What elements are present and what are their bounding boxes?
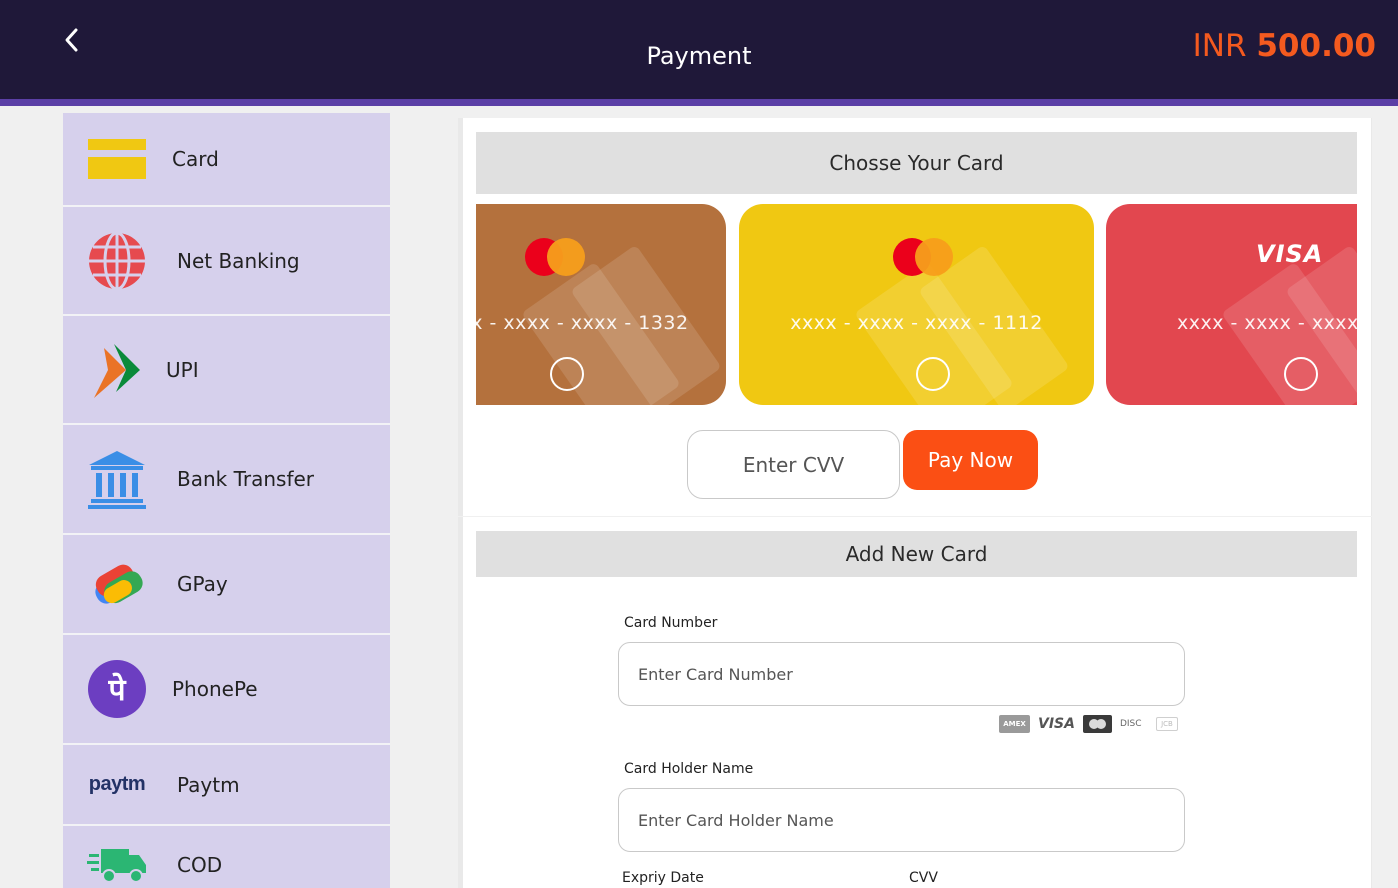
bank-icon [87, 449, 147, 509]
cvv-label: CVV [909, 870, 938, 886]
sidebar-item-net-banking[interactable]: Net Banking [63, 207, 390, 316]
sidebar-item-paytm[interactable]: paytm Paytm [63, 745, 390, 826]
sidebar-item-label: COD [177, 853, 223, 877]
top-header: Payment INR 500.00 [0, 0, 1398, 106]
card-number: xxxx - xxxx - xxxx - [1177, 312, 1357, 334]
visa-icon: VISA [1038, 716, 1075, 732]
sidebar-item-label: Card [172, 147, 219, 171]
card-select-radio[interactable] [1284, 357, 1318, 391]
order-total: INR 500.00 [1193, 28, 1376, 64]
sidebar-item-label: Bank Transfer [177, 467, 315, 491]
sidebar-item-card[interactable]: Card [63, 113, 390, 207]
add-new-card-heading: Add New Card [476, 531, 1357, 577]
sidebar-item-phonepe[interactable]: पे PhonePe [63, 635, 390, 745]
sidebar-item-bank-transfer[interactable]: Bank Transfer [63, 425, 390, 535]
sidebar-item-label: Net Banking [177, 248, 300, 273]
upi-icon [87, 340, 147, 400]
saved-cards-carousel[interactable]: xxxx - xxxx - xxxx - 1332 xxxx - xxxx - … [476, 204, 1357, 406]
expiry-date-label: Expriy Date [622, 870, 704, 886]
pay-now-button[interactable]: Pay Now [903, 430, 1038, 490]
card-holder-label: Card Holder Name [624, 761, 754, 777]
cvv-input[interactable] [687, 430, 900, 499]
currency-code: INR [1192, 28, 1247, 64]
sidebar-item-upi[interactable]: UPI [63, 316, 390, 425]
mastercard-logo-icon [893, 238, 953, 276]
phonepe-icon: पे [87, 659, 147, 719]
sidebar-item-label: UPI [166, 357, 199, 382]
card-select-radio[interactable] [916, 357, 950, 391]
sidebar-item-cod[interactable]: COD [63, 826, 390, 888]
paytm-logo: paytm [88, 773, 146, 795]
card-holder-input[interactable] [618, 788, 1185, 852]
card-number-label: Card Number [624, 615, 718, 631]
saved-card[interactable]: VISA xxxx - xxxx - xxxx - [1106, 204, 1357, 405]
saved-card[interactable]: xxxx - xxxx - xxxx - 1112 [739, 204, 1094, 405]
card-select-radio[interactable] [550, 357, 584, 391]
sidebar-item-label: GPay [177, 572, 228, 596]
paytm-icon: paytm [87, 755, 147, 815]
visa-logo-icon: VISA [1256, 240, 1324, 268]
mastercard-logo-icon [525, 238, 585, 276]
delivery-truck-icon [87, 835, 147, 888]
sidebar-item-label: PhonePe [172, 677, 258, 701]
discover-icon: DISC [1119, 719, 1142, 729]
gpay-icon [87, 554, 147, 614]
card-number: xxxx - xxxx - xxxx - 1112 [790, 312, 1043, 334]
sidebar-item-gpay[interactable]: GPay [63, 535, 390, 635]
jcb-icon: JCB [1155, 717, 1178, 731]
sidebar-item-label: Paytm [177, 772, 240, 797]
saved-card[interactable]: xxxx - xxxx - xxxx - 1332 [476, 204, 726, 405]
accepted-card-brands: AMEX VISA DISC JCB [999, 713, 1178, 735]
choose-card-heading: Chosse Your Card [476, 132, 1357, 194]
amount-value: 500.00 [1256, 28, 1376, 64]
card-number-input[interactable] [618, 642, 1185, 706]
mastercard-icon [1082, 715, 1112, 733]
card-icon [87, 129, 147, 189]
amex-icon: AMEX [999, 715, 1030, 733]
payment-method-sidebar: Card Net Banking UPI Bank Transfer GPay … [63, 113, 390, 888]
page-title: Payment [646, 42, 752, 70]
globe-icon [87, 231, 147, 291]
phonepe-glyph: पे [107, 672, 126, 708]
